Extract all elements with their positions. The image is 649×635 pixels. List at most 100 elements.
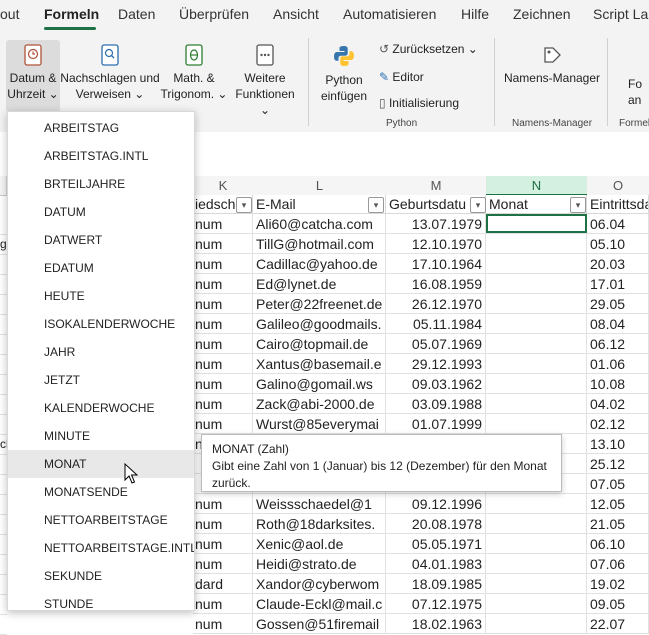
menu-item-isokalenderwoche[interactable]: ISOKALENDERWOCHE bbox=[8, 310, 194, 338]
filter-dropdown-icon[interactable]: ▾ bbox=[236, 197, 252, 213]
table-cell-o[interactable]: 08.04 bbox=[587, 314, 649, 334]
nachschlagen-button[interactable]: Nachschlagen und Verweisen ⌄ bbox=[60, 44, 160, 102]
table-cell-m[interactable]: 18.02.1963 bbox=[386, 614, 486, 634]
column-header-n[interactable]: N bbox=[486, 176, 588, 196]
table-cell-l[interactable]: Roth@18darksites. bbox=[253, 514, 386, 534]
table-cell-l[interactable]: Xenic@aol.de bbox=[253, 534, 386, 554]
menu-item-minute[interactable]: MINUTE bbox=[8, 422, 194, 450]
table-cell-m[interactable]: 17.10.1964 bbox=[386, 254, 486, 274]
table-cell-k[interactable]: num bbox=[193, 614, 253, 634]
table-cell-n[interactable] bbox=[486, 354, 587, 374]
table-cell-o[interactable]: 07.06 bbox=[587, 554, 649, 574]
active-cell-n[interactable] bbox=[486, 214, 587, 233]
table-cell-n[interactable] bbox=[486, 574, 587, 594]
table-cell-k[interactable]: num bbox=[193, 414, 253, 434]
table-cell-k[interactable]: num bbox=[193, 594, 253, 614]
left-edge-cell[interactable] bbox=[0, 314, 7, 335]
filter-dropdown-icon[interactable]: ▾ bbox=[470, 197, 486, 213]
table-cell-l[interactable]: Weissschaedel@1 bbox=[253, 494, 386, 514]
table-cell-l[interactable]: Galino@gomail.ws bbox=[253, 374, 386, 394]
table-cell-m[interactable]: 12.10.1970 bbox=[386, 234, 486, 254]
left-edge-cell[interactable] bbox=[0, 514, 7, 535]
table-cell-l[interactable]: Zack@abi-2000.de bbox=[253, 394, 386, 414]
namens-manager-button[interactable]: Namens-Manager bbox=[500, 44, 604, 86]
table-cell-o[interactable]: 21.05 bbox=[587, 514, 649, 534]
column-header-l[interactable]: L bbox=[253, 176, 387, 196]
table-cell-o[interactable]: 06.10 bbox=[587, 534, 649, 554]
tab-layout[interactable]: out bbox=[0, 6, 19, 22]
left-edge-cell[interactable] bbox=[0, 414, 7, 435]
menu-item-jetzt[interactable]: JETZT bbox=[8, 366, 194, 394]
table-cell-n[interactable] bbox=[486, 554, 587, 574]
math-trig-button[interactable]: Math. & Trigonom. ⌄ bbox=[158, 44, 230, 102]
weitere-funktionen-button[interactable]: Weitere Funktionen ⌄ bbox=[229, 44, 301, 118]
tab-ueberpruefen[interactable]: Überprüfen bbox=[179, 6, 249, 22]
left-edge-cell[interactable] bbox=[0, 394, 7, 415]
python-einfuegen-button[interactable]: Python einfügen bbox=[315, 44, 373, 104]
left-edge-cell[interactable] bbox=[0, 354, 7, 375]
menu-item-arbeitstag-intl[interactable]: ARBEITSTAG.INTL bbox=[8, 142, 194, 170]
table-cell-l[interactable]: Cadillac@yahoo.de bbox=[253, 254, 386, 274]
tab-daten[interactable]: Daten bbox=[118, 6, 155, 22]
left-edge-cell[interactable] bbox=[0, 534, 7, 555]
table-cell-o[interactable]: 17.01 bbox=[587, 274, 649, 294]
table-cell-l[interactable]: Peter@22freenet.de bbox=[253, 294, 386, 314]
table-cell-k[interactable]: num bbox=[193, 394, 253, 414]
left-edge-cell[interactable] bbox=[0, 594, 7, 615]
table-cell-n[interactable] bbox=[486, 514, 587, 534]
table-cell-o[interactable]: 13.10 bbox=[587, 434, 649, 454]
menu-item-arbeitstag[interactable]: ARBEITSTAG bbox=[8, 114, 194, 142]
table-cell-n[interactable] bbox=[486, 394, 587, 414]
table-cell-k[interactable]: num bbox=[193, 534, 253, 554]
table-cell-n[interactable] bbox=[486, 594, 587, 614]
table-cell-o[interactable]: 19.02 bbox=[587, 574, 649, 594]
table-cell-l[interactable]: TillG@hotmail.com bbox=[253, 234, 386, 254]
left-edge-cell[interactable] bbox=[0, 494, 7, 515]
table-cell-m[interactable]: 13.07.1979 bbox=[386, 214, 486, 234]
table-cell-k[interactable]: num bbox=[193, 314, 253, 334]
table-cell-k[interactable]: dard bbox=[193, 574, 253, 594]
table-cell-m[interactable]: 26.12.1970 bbox=[386, 294, 486, 314]
table-cell-m[interactable]: 04.01.1983 bbox=[386, 554, 486, 574]
table-cell-k[interactable]: num bbox=[193, 374, 253, 394]
left-edge-cell[interactable] bbox=[0, 454, 7, 475]
left-edge-cell[interactable] bbox=[0, 574, 7, 595]
table-cell-o[interactable]: 10.08 bbox=[587, 374, 649, 394]
table-cell-m[interactable]: 07.12.1975 bbox=[386, 594, 486, 614]
left-edge-cell[interactable] bbox=[0, 274, 7, 295]
table-cell-n[interactable] bbox=[486, 414, 587, 434]
menu-item-nettoarbeitstage[interactable]: NETTOARBEITSTAGE bbox=[8, 506, 194, 534]
table-cell-m[interactable]: 16.08.1959 bbox=[386, 274, 486, 294]
table-cell-o[interactable]: 22.07 bbox=[587, 614, 649, 634]
tab-automatisieren[interactable]: Automatisieren bbox=[343, 6, 436, 22]
filter-dropdown-icon[interactable]: ▾ bbox=[368, 197, 384, 213]
left-edge-cell[interactable] bbox=[0, 554, 7, 575]
table-cell-o[interactable]: 12.05 bbox=[587, 494, 649, 514]
table-cell-k[interactable]: num bbox=[193, 294, 253, 314]
table-cell-o[interactable]: 06.12 bbox=[587, 334, 649, 354]
left-edge-cell[interactable]: ch bbox=[0, 434, 7, 455]
table-cell-m[interactable]: 09.12.1996 bbox=[386, 494, 486, 514]
menu-item-sekunde[interactable]: SEKUNDE bbox=[8, 562, 194, 590]
left-edge-cell[interactable] bbox=[0, 254, 7, 275]
table-cell-n[interactable] bbox=[486, 494, 587, 514]
tab-hilfe[interactable]: Hilfe bbox=[461, 6, 489, 22]
filter-dropdown-icon[interactable]: ▾ bbox=[570, 197, 586, 213]
table-cell-m[interactable]: 05.05.1971 bbox=[386, 534, 486, 554]
table-cell-o[interactable]: 02.12 bbox=[587, 414, 649, 434]
table-cell-k[interactable]: num bbox=[193, 254, 253, 274]
table-cell-k[interactable]: num bbox=[193, 354, 253, 374]
left-edge-cell[interactable] bbox=[0, 474, 7, 495]
table-cell-l[interactable]: Cairo@topmail.de bbox=[253, 334, 386, 354]
left-edge-cell[interactable] bbox=[0, 614, 7, 635]
table-cell-l[interactable]: Ali60@catcha.com bbox=[253, 214, 386, 234]
table-cell-k[interactable]: num bbox=[193, 274, 253, 294]
table-cell-o[interactable]: 29.05 bbox=[587, 294, 649, 314]
menu-item-edatum[interactable]: EDATUM bbox=[8, 254, 194, 282]
table-cell-l[interactable]: Claude-Eckl@mail.c bbox=[253, 594, 386, 614]
datum-uhrzeit-button[interactable]: Datum & Uhrzeit ⌄ bbox=[4, 44, 62, 102]
left-edge-cell[interactable] bbox=[0, 214, 7, 235]
table-cell-m[interactable]: 03.09.1988 bbox=[386, 394, 486, 414]
menu-item-brteiljahre[interactable]: BRTEILJAHRE bbox=[8, 170, 194, 198]
table-cell-n[interactable] bbox=[486, 234, 587, 254]
